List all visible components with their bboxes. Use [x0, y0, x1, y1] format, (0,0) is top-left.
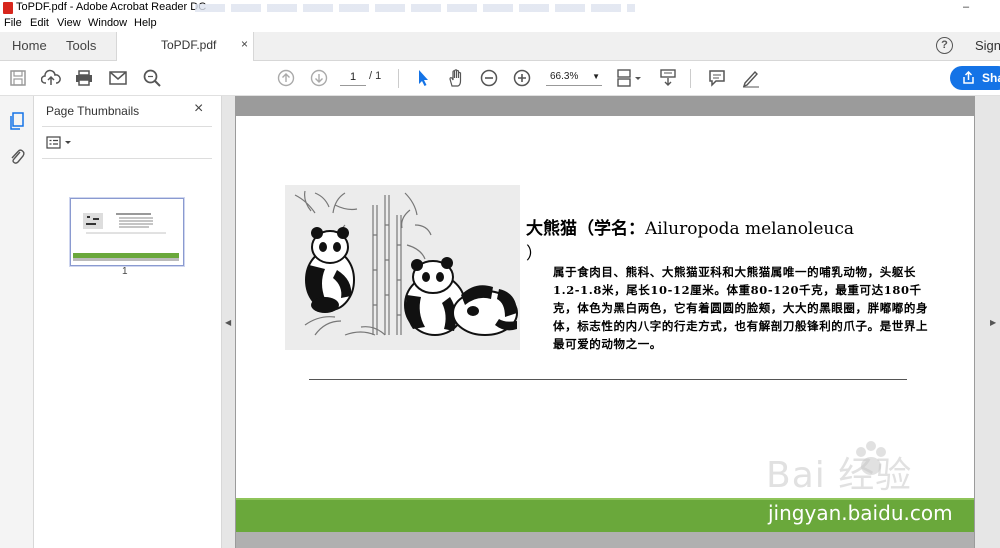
heading-latin-name: Ailuropoda melanoleuca [645, 219, 855, 239]
help-icon[interactable]: ? [936, 37, 953, 54]
horizontal-rule [309, 379, 907, 380]
minimize-button[interactable]: – [955, 0, 977, 15]
tab-tools[interactable]: Tools [66, 38, 96, 53]
email-icon[interactable] [108, 68, 128, 88]
hand-tool-icon[interactable] [446, 68, 466, 88]
zoom-level-value: 66.3% [550, 71, 579, 82]
acrobat-icon [3, 2, 13, 14]
thumbnail-panel: Page Thumbnails × 1 [34, 96, 222, 548]
zoom-level-select[interactable]: 66.3% ▼ [546, 69, 602, 86]
comment-icon[interactable] [707, 68, 727, 88]
panda-illustration [285, 185, 520, 350]
tab-document-label: ToPDF.pdf [161, 38, 217, 52]
panel-heading: Page Thumbnails [46, 104, 140, 118]
close-panel-icon[interactable]: × [194, 100, 203, 118]
panel-divider [42, 126, 212, 127]
share-icon [963, 71, 974, 84]
document-heading: 大熊猫（学名：Ailuropoda melanoleuca [526, 214, 854, 239]
panel-divider [42, 158, 212, 159]
toolbar: 1 / 1 66.3% ▼ Sha [0, 61, 1000, 96]
menu-file[interactable]: File [4, 17, 22, 29]
menu-help[interactable]: Help [134, 17, 157, 29]
window-title: ToPDF.pdf - Adobe Acrobat Reader DC [16, 1, 207, 13]
page-thumbnails-icon[interactable] [8, 111, 26, 131]
save-icon[interactable] [8, 68, 28, 88]
left-panel-collapse-handle[interactable]: ◀ [222, 96, 235, 548]
left-rail [0, 96, 34, 548]
thumbnail-options-button[interactable] [46, 136, 74, 150]
zoom-in-icon[interactable] [512, 68, 532, 88]
sign-in-link[interactable]: Sign [975, 38, 1000, 53]
menu-edit[interactable]: Edit [30, 17, 49, 29]
thumbnail-page-number: 1 [122, 266, 128, 277]
heading-close-paren: ） [526, 244, 543, 264]
toolbar-divider [398, 69, 399, 88]
page-thumbnail[interactable] [70, 198, 184, 266]
select-cursor-icon[interactable] [413, 68, 433, 88]
collapse-left-icon: ◀ [225, 318, 232, 327]
close-tab-icon[interactable]: × [241, 37, 248, 51]
menu-window[interactable]: Window [88, 17, 127, 29]
description-paragraph: 属于食肉目、熊科、大熊猫亚科和大熊猫属唯一的哺乳动物，头躯长1.2-1.8米，尾… [553, 265, 929, 351]
attachments-icon[interactable] [8, 146, 26, 166]
page-layout-icon[interactable] [615, 68, 643, 88]
baidu-jingyan-watermark-logo: Bai 经验 [766, 440, 976, 500]
share-button-label: Sha [982, 71, 1000, 85]
tab-home[interactable]: Home [12, 38, 47, 53]
menu-bar: File Edit View Window Help [0, 16, 1000, 32]
watermark-url: jingyan.baidu.com [768, 501, 953, 525]
previous-page-icon[interactable] [276, 68, 296, 88]
tab-bar: Home Tools ToPDF.pdf × ? Sign [0, 32, 1000, 61]
expand-right-icon: ▶ [990, 318, 997, 327]
chevron-down-icon: ▼ [592, 72, 600, 81]
heading-chinese: 大熊猫（学名： [526, 219, 645, 239]
pdf-page: 大熊猫（学名：Ailuropoda melanoleuca ） 属于食肉目、熊科… [236, 116, 974, 548]
title-bar: ToPDF.pdf - Adobe Acrobat Reader DC – [0, 0, 1000, 16]
upload-cloud-icon[interactable] [40, 68, 61, 88]
right-panel-expand-handle[interactable]: ▶ [975, 96, 1000, 548]
pen-sign-icon[interactable] [741, 68, 761, 88]
toolbar-divider [690, 69, 691, 88]
menu-view[interactable]: View [57, 17, 81, 29]
share-button[interactable]: Sha [950, 66, 1000, 90]
zoom-out-icon[interactable] [479, 68, 499, 88]
tab-document[interactable]: ToPDF.pdf × [116, 32, 254, 61]
footer-gray-band [236, 532, 974, 548]
blurred-title-area [195, 4, 635, 12]
page-number-input[interactable]: 1 [340, 69, 366, 86]
page-total: / 1 [369, 70, 382, 82]
print-icon[interactable] [74, 68, 94, 88]
scroll-mode-icon[interactable] [658, 68, 678, 88]
next-page-icon[interactable] [309, 68, 329, 88]
paw-icon [856, 441, 886, 475]
search-icon[interactable] [142, 68, 162, 88]
